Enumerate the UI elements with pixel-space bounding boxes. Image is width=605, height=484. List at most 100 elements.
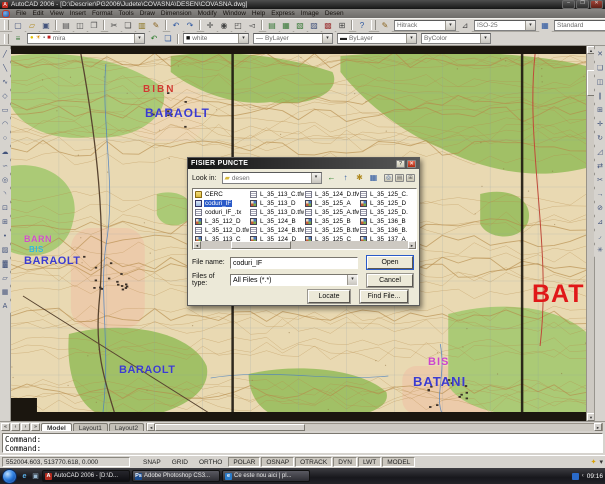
layer-combo[interactable]: ●☀▪■ mira: [27, 33, 145, 44]
mirror-button[interactable]: ◫: [594, 77, 605, 89]
construction-line-button[interactable]: ╲: [0, 63, 11, 75]
tools-menu-icon[interactable]: ⊞: [406, 174, 415, 182]
scroll-left-icon[interactable]: [147, 423, 155, 431]
lineweight-combo[interactable]: ▬ ByLayer: [337, 33, 417, 44]
point-button[interactable]: •: [0, 231, 11, 243]
offset-button[interactable]: ∥: [594, 91, 605, 103]
menu-modify[interactable]: Modify: [195, 10, 220, 17]
dialog-close-button[interactable]: ✕: [407, 160, 416, 168]
menu-desen[interactable]: Desen: [322, 10, 347, 17]
combo-arrow-icon[interactable]: [238, 34, 248, 43]
quickcalc-button[interactable]: ⊞: [336, 19, 349, 32]
save-button[interactable]: ▣: [40, 19, 53, 32]
file-item[interactable]: L_35_113_D: [249, 199, 304, 208]
tab-nav-icon-3[interactable]: »: [31, 423, 40, 431]
minimize-button[interactable]: –: [562, 0, 575, 9]
combo-arrow-icon[interactable]: [480, 34, 490, 43]
tab-nav-icon-1[interactable]: ‹: [11, 423, 20, 431]
table-style-combo[interactable]: Standard: [554, 20, 605, 31]
vertical-scrollbar[interactable]: [586, 46, 594, 421]
combo-arrow-icon[interactable]: [347, 275, 357, 285]
file-item[interactable]: L_35_112_D.tfw: [194, 226, 249, 235]
polyline-button[interactable]: ∿: [0, 77, 11, 89]
ellipse-button[interactable]: ◎: [0, 175, 11, 187]
text-style-combo[interactable]: Hitrack: [394, 20, 456, 31]
layer-states-button[interactable]: ❏: [162, 32, 175, 45]
scroll-left-icon[interactable]: [193, 241, 201, 249]
trim-button[interactable]: ✂: [594, 175, 605, 187]
preview-button[interactable]: ◫: [74, 19, 87, 32]
menu-edit[interactable]: Edit: [29, 10, 46, 17]
tool-palettes-button[interactable]: ▧: [294, 19, 307, 32]
copy-button[interactable]: ❏: [122, 19, 135, 32]
file-item[interactable]: coduri_IF: [194, 199, 249, 208]
horizontal-scroll-thumb[interactable]: [155, 424, 305, 431]
status-toggle-snap[interactable]: SNAP: [138, 457, 166, 467]
combo-arrow-icon[interactable]: [134, 34, 144, 43]
undo-button[interactable]: ↶: [170, 19, 183, 32]
file-item[interactable]: L_35_125_B: [304, 217, 359, 226]
gradient-button[interactable]: ▓: [0, 259, 11, 271]
file-item[interactable]: L_35_124_D.tfw: [304, 190, 359, 199]
dim-style-combo[interactable]: ISO-25: [474, 20, 536, 31]
ellipse-arc-button[interactable]: ◝: [0, 189, 11, 201]
region-button[interactable]: ▱: [0, 273, 11, 285]
dialog-help-button[interactable]: ?: [396, 160, 405, 168]
arc-button[interactable]: ◠: [0, 119, 11, 131]
combo-arrow-icon[interactable]: [525, 21, 535, 30]
status-toggle-model[interactable]: MODEL: [382, 457, 415, 467]
file-item[interactable]: L_35_125_D.: [359, 208, 414, 217]
zoom-previous-button[interactable]: ◅: [246, 19, 259, 32]
mtext-button[interactable]: A: [0, 301, 11, 313]
fillet-button[interactable]: ◞: [594, 231, 605, 243]
menu-insert[interactable]: Insert: [67, 10, 89, 17]
chamfer-button[interactable]: ⊿: [594, 217, 605, 229]
cancel-button[interactable]: Cancel: [367, 274, 413, 287]
copy-object-button[interactable]: ❏: [594, 63, 605, 75]
files-of-type-combo[interactable]: All Files (*.*): [230, 274, 358, 286]
toolbar-grip[interactable]: [371, 20, 376, 30]
tray-network-icon[interactable]: [572, 473, 579, 480]
menu-draw[interactable]: Draw: [137, 10, 158, 17]
status-toggle-lwt[interactable]: LWT: [358, 457, 381, 467]
toolbar-grip[interactable]: [4, 34, 9, 44]
menu-tools[interactable]: Tools: [116, 10, 137, 17]
file-item[interactable]: L_35_136_B: [359, 217, 414, 226]
find-file-button[interactable]: Find File...: [360, 290, 408, 303]
menu-dimension[interactable]: Dimension: [158, 10, 195, 17]
zoom-realtime-button[interactable]: ◉: [218, 19, 231, 32]
views-icon[interactable]: ▦: [368, 172, 380, 184]
insert-block-button[interactable]: ⊡: [0, 203, 11, 215]
plot-button[interactable]: ▤: [60, 19, 73, 32]
scale-button[interactable]: ◿: [594, 147, 605, 159]
tab-nav-icon-2[interactable]: ›: [21, 423, 30, 431]
file-item[interactable]: L_35_113_C.tfw: [249, 190, 304, 199]
designcenter-button[interactable]: ▦: [280, 19, 293, 32]
cut-button[interactable]: ✂: [108, 19, 121, 32]
circle-button[interactable]: ○: [0, 133, 11, 145]
table-button[interactable]: ▦: [0, 287, 11, 299]
restore-button[interactable]: ❐: [576, 0, 589, 9]
open-button[interactable]: Open: [367, 256, 413, 269]
combo-arrow-icon[interactable]: [445, 21, 455, 30]
menu-express[interactable]: Express: [268, 10, 297, 17]
erase-button[interactable]: ✕: [594, 49, 605, 61]
combo-arrow-icon[interactable]: [311, 173, 321, 183]
menu-image[interactable]: Image: [298, 10, 322, 17]
revision-cloud-button[interactable]: ☁: [0, 147, 11, 159]
scroll-right-icon[interactable]: [594, 423, 602, 431]
file-item[interactable]: L_35_125_D: [359, 199, 414, 208]
file-list-hscrollbar[interactable]: [193, 241, 416, 249]
plot-style-combo[interactable]: ByColor: [421, 33, 491, 44]
menu-view[interactable]: View: [47, 10, 67, 17]
paste-button[interactable]: ▥: [136, 19, 149, 32]
extend-button[interactable]: →: [594, 189, 605, 201]
toolbar-grip[interactable]: [4, 20, 9, 30]
taskbar-button[interactable]: PsAdobe Photoshop CS3...: [132, 470, 220, 482]
combo-arrow-icon[interactable]: [406, 34, 416, 43]
help-button[interactable]: ?: [356, 19, 369, 32]
new-button[interactable]: ▢: [12, 19, 25, 32]
locate-button[interactable]: Locate: [308, 290, 350, 303]
menu-help[interactable]: Help: [249, 10, 268, 17]
zoom-window-button[interactable]: ◰: [232, 19, 245, 32]
